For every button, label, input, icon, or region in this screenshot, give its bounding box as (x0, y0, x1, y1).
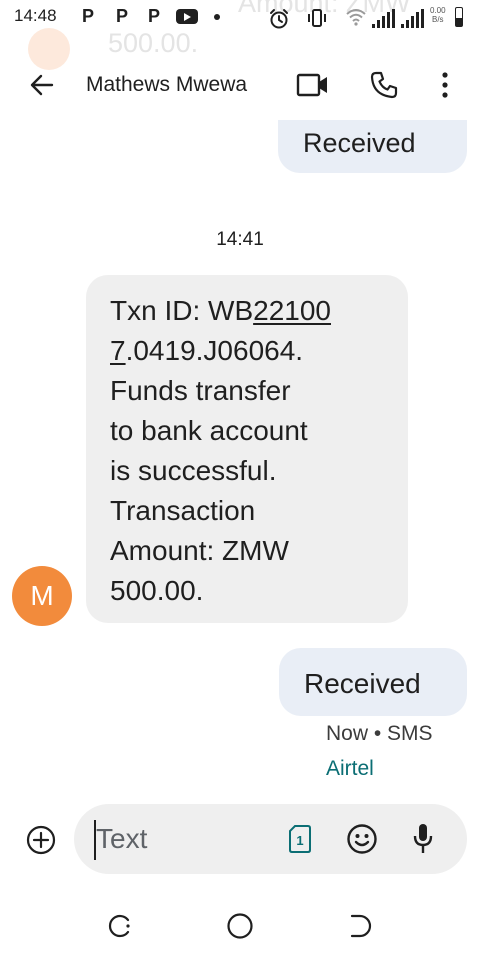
sim-selector-button[interactable]: 1 (289, 825, 311, 853)
phone-number-link[interactable]: 22100 (253, 295, 331, 326)
video-call-icon[interactable] (296, 72, 330, 98)
p-app-icon: P (116, 6, 129, 26)
network-speed-value: 0.00 (430, 6, 446, 15)
p-app-icon: P (82, 6, 95, 26)
message-line: Txn ID: WB22100 (110, 295, 331, 327)
message-line: 7.0419.J06064. (110, 335, 303, 367)
incoming-message-bubble[interactable] (86, 275, 408, 623)
emoji-icon[interactable] (346, 823, 378, 855)
wifi-icon (346, 9, 366, 26)
network-speed: 0.00 B/s (430, 6, 446, 24)
message-line: Amount: ZMW (110, 535, 289, 566)
sender-avatar[interactable]: M (12, 566, 72, 626)
message-input[interactable] (96, 820, 266, 858)
outgoing-message-text: Received (304, 668, 421, 699)
message-time-divider: 14:41 (216, 229, 264, 250)
message-line: 500.00. (110, 575, 204, 606)
alarm-icon (270, 9, 288, 29)
p-app-icon: P (148, 6, 161, 26)
sim-slot-number: 1 (296, 833, 304, 848)
previous-outgoing-text: Received (303, 128, 416, 158)
message-line: Transaction (110, 495, 256, 526)
compose-bar: 1 (74, 804, 467, 874)
text-cursor (94, 820, 96, 860)
back-icon[interactable] (346, 912, 374, 940)
signal-sim1-icon (372, 9, 396, 28)
sim-name: Airtel (326, 757, 374, 780)
contact-name[interactable]: Mathews Mwewa (86, 73, 247, 97)
add-attachment-icon[interactable] (26, 825, 56, 855)
microphone-icon[interactable] (412, 822, 434, 856)
notification-ghost-avatar (28, 28, 70, 70)
notification-ghost-line2: 500.00. (108, 28, 199, 58)
message-text: .0419.J06064. (125, 335, 304, 366)
more-options-icon[interactable] (440, 70, 450, 100)
message-text: Txn ID: WB (110, 295, 254, 326)
youtube-icon (176, 9, 198, 24)
vibrate-icon (308, 9, 326, 27)
phone-call-icon[interactable] (369, 70, 399, 100)
back-arrow-icon[interactable] (28, 71, 56, 99)
message-line: is successful. (110, 455, 277, 486)
recents-icon[interactable] (106, 912, 134, 940)
message-line: Funds transfer (110, 375, 291, 406)
more-notifications-dot-icon (214, 14, 220, 20)
message-line: to bank account (110, 415, 308, 446)
network-speed-unit: B/s (432, 15, 444, 24)
home-icon[interactable] (226, 912, 254, 940)
message-status: Now • SMS (326, 722, 433, 745)
battery-icon (455, 7, 463, 27)
phone-number-link[interactable]: 7 (110, 335, 126, 366)
signal-sim2-icon (401, 9, 425, 28)
status-time: 14:48 (14, 6, 57, 25)
